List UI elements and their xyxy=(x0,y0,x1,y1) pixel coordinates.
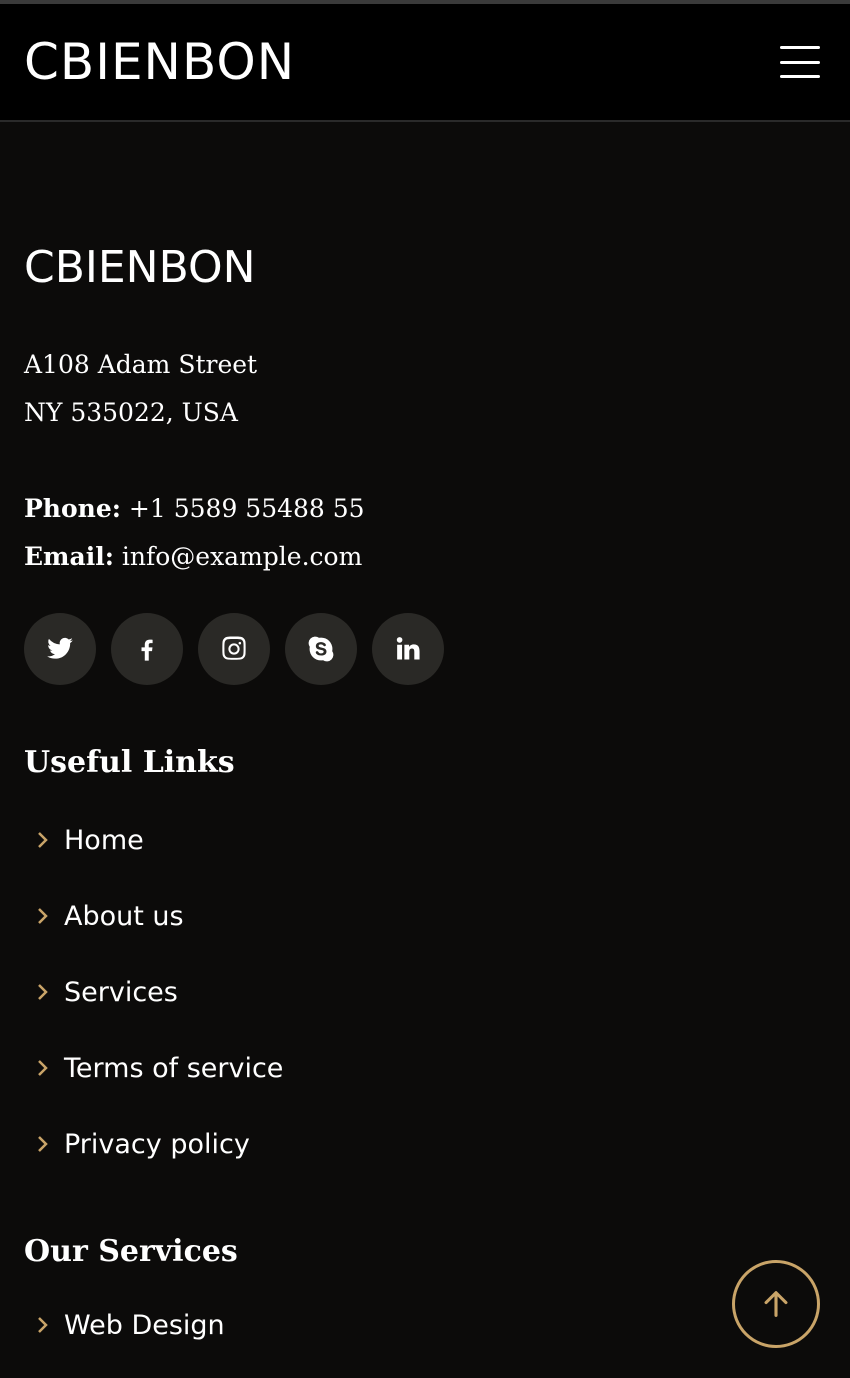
chevron-right-icon xyxy=(24,1133,64,1155)
footer-contact: Phone: +1 5589 55488 55 Email: info@exam… xyxy=(24,485,826,581)
link-terms-of-service[interactable]: Terms of service xyxy=(64,1053,283,1084)
link-services[interactable]: Services xyxy=(64,977,178,1008)
phone-value: +1 5589 55488 55 xyxy=(128,494,365,523)
arrow-up-icon xyxy=(764,1291,788,1317)
list-item: Services xyxy=(24,954,826,1030)
facebook-link[interactable] xyxy=(111,613,183,685)
phone-row: Phone: +1 5589 55488 55 xyxy=(24,485,826,533)
address-line-1: A108 Adam Street xyxy=(24,350,258,379)
linkedin-link[interactable] xyxy=(372,613,444,685)
link-privacy-policy[interactable]: Privacy policy xyxy=(64,1129,250,1160)
address-line-2: NY 535022, USA xyxy=(24,398,238,427)
instagram-link[interactable] xyxy=(198,613,270,685)
footer-logo: CBIENBON xyxy=(24,242,256,293)
email-row: Email: info@example.com xyxy=(24,533,826,581)
skype-link[interactable] xyxy=(285,613,357,685)
back-to-top-button[interactable] xyxy=(732,1260,820,1348)
email-label: Email: xyxy=(24,542,114,571)
facebook-icon xyxy=(141,639,153,661)
our-services-heading: Our Services xyxy=(24,1234,238,1269)
twitter-icon xyxy=(47,637,73,659)
link-about-us[interactable]: About us xyxy=(64,901,184,932)
useful-links-heading: Useful Links xyxy=(24,745,235,780)
list-item: About us xyxy=(24,878,826,954)
list-item: Home xyxy=(24,802,826,878)
hamburger-menu-icon[interactable] xyxy=(780,46,820,78)
list-item: Web Design xyxy=(24,1287,826,1363)
chevron-right-icon xyxy=(24,905,64,927)
social-links xyxy=(24,613,826,685)
list-item: Privacy policy xyxy=(24,1106,826,1182)
twitter-link[interactable] xyxy=(24,613,96,685)
site-logo[interactable]: CBIENBON xyxy=(24,33,295,91)
footer: CBIENBON A108 Adam Street NY 535022, USA… xyxy=(0,242,850,1363)
phone-label: Phone: xyxy=(24,494,121,523)
site-header: CBIENBON xyxy=(0,4,850,122)
chevron-right-icon xyxy=(24,829,64,851)
chevron-right-icon xyxy=(24,981,64,1003)
chevron-right-icon xyxy=(24,1314,64,1336)
footer-address: A108 Adam Street NY 535022, USA xyxy=(24,341,826,437)
link-web-design[interactable]: Web Design xyxy=(64,1310,225,1341)
linkedin-icon xyxy=(396,637,420,660)
instagram-icon xyxy=(222,636,246,660)
useful-links-list: Home About us Services Terms of service … xyxy=(24,802,826,1182)
email-value: info@example.com xyxy=(121,542,363,571)
our-services-list: Web Design xyxy=(24,1287,826,1363)
link-home[interactable]: Home xyxy=(64,825,144,856)
list-item: Terms of service xyxy=(24,1030,826,1106)
chevron-right-icon xyxy=(24,1057,64,1079)
skype-icon xyxy=(308,636,334,662)
